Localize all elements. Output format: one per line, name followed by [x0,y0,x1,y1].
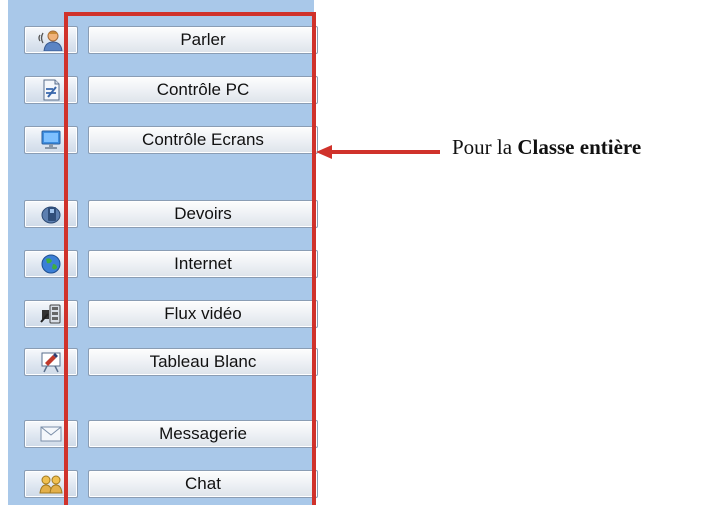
pc-document-icon [43,79,60,101]
homework-icon [41,206,61,224]
chat-users-icon [39,475,63,494]
highlight-frame [64,12,316,505]
annotation-label: Pour la Classe entière [452,135,641,160]
video-stream-icon [40,304,61,324]
annotation-arrow [316,145,440,159]
monitor-icon [41,130,61,149]
globe-icon [41,254,61,274]
speaker-person-icon [38,30,63,51]
annotation-prefix: Pour la [452,135,513,159]
annotation-bold-text: Classe entière [517,135,642,159]
whiteboard-icon [41,352,61,373]
envelope-icon [40,426,62,442]
